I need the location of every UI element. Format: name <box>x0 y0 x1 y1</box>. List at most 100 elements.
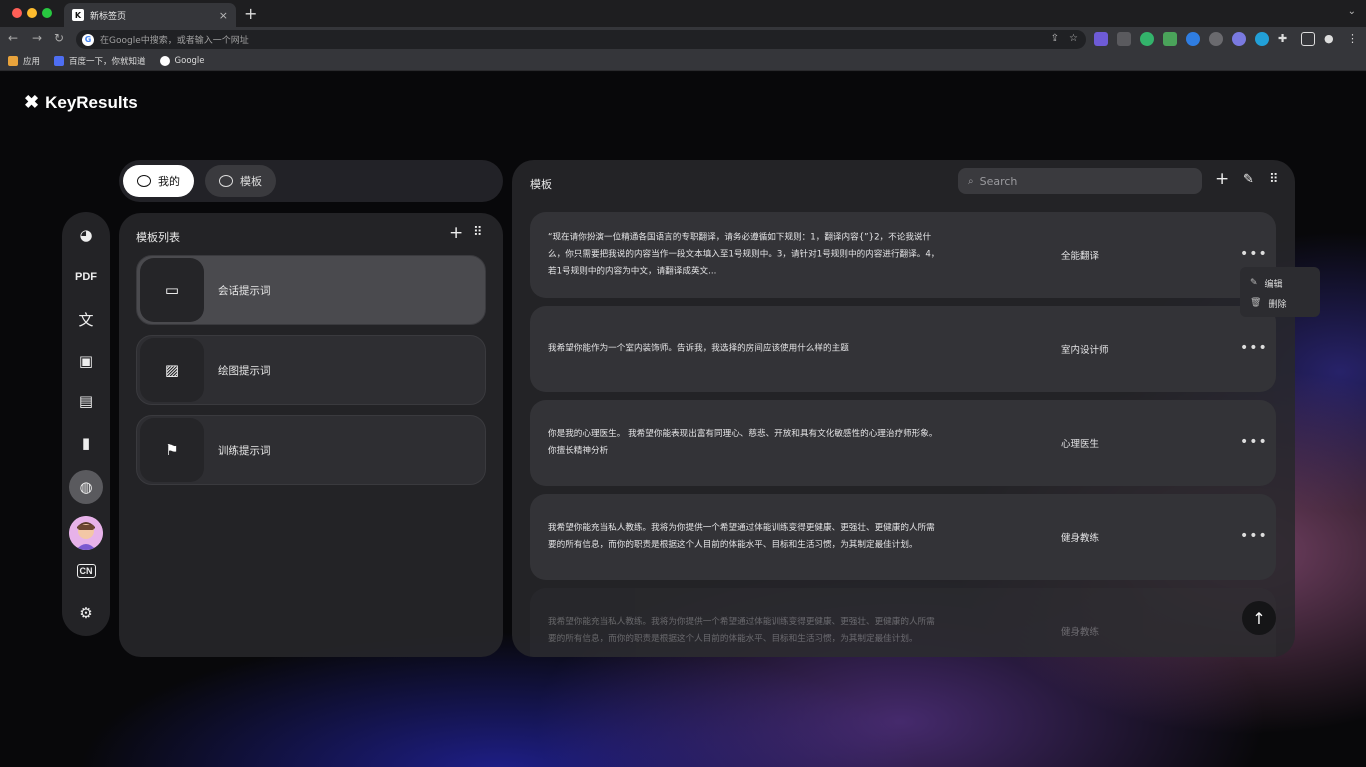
menu-item-edit[interactable]: ✎ 编辑 <box>1250 273 1320 293</box>
rail-gallery-icon[interactable]: ▣ <box>71 346 101 376</box>
drag-grid-icon[interactable]: ⠿ <box>1269 172 1279 187</box>
trash-icon: 🗑 <box>1250 298 1262 308</box>
reload-icon[interactable]: ↻ <box>54 31 64 45</box>
tab-title: 新标签页 <box>90 11 127 22</box>
bookmark-apps[interactable]: 应用 <box>8 55 40 67</box>
extension-image-icon[interactable] <box>1117 32 1131 46</box>
rail-shopping-bag-icon[interactable]: ◍ <box>69 470 103 504</box>
template-category-chat[interactable]: ▭ 会话提示词 <box>136 255 486 325</box>
rail-translate-icon[interactable]: 文 <box>71 304 101 334</box>
more-options-icon[interactable]: ••• <box>1240 434 1268 450</box>
tab-search-chevron-icon[interactable]: ⌄ <box>1348 6 1356 17</box>
template-prompt: 我希望你能充当私人教练。我将为你提供一个希望通过体能训练变得更健康、更强壮、更健… <box>548 617 935 644</box>
templates-panel: 模板 ⌕ Search + ✎ ⠿ “现在请你扮演一位精通各国语言的专职翻译，请… <box>512 160 1295 657</box>
scroll-to-top-arrow-icon[interactable]: ↑ <box>1242 601 1276 635</box>
tab-templates[interactable]: 模板 <box>205 165 276 197</box>
side-panel-icon[interactable] <box>1301 32 1315 46</box>
search-placeholder: Search <box>979 174 1018 188</box>
search-input[interactable]: ⌕ Search <box>958 168 1202 194</box>
extension-download-icon[interactable] <box>1163 32 1177 46</box>
new-tab-button[interactable]: + <box>244 4 257 23</box>
avatar-face-icon <box>69 516 103 550</box>
minimize-window-button[interactable] <box>27 8 37 18</box>
user-avatar[interactable] <box>69 516 103 550</box>
extension-green-icon[interactable] <box>1140 32 1154 46</box>
template-card[interactable]: 我希望你能充当私人教练。我将为你提供一个希望通过体能训练变得更健康、更强壮、更健… <box>530 494 1276 580</box>
extension-ia-icon[interactable] <box>1094 32 1108 46</box>
keyresults-favicon-icon: K <box>72 9 84 21</box>
extension-edge-icon[interactable] <box>1186 32 1200 46</box>
browser-tabstrip: K 新标签页 × + ⌄ <box>0 0 1366 27</box>
templates-title: 模板 <box>530 178 552 191</box>
side-rail: ◕ PDF 文 ▣ ▤ ▮ ◍ CN ⚙ <box>62 212 110 636</box>
zoom-window-button[interactable] <box>42 8 52 18</box>
extension-blue-icon[interactable] <box>1255 32 1269 46</box>
drag-grid-icon[interactable]: ⠿ <box>473 225 483 240</box>
search-icon: ⌕ <box>968 175 974 187</box>
rail-language-cn-icon[interactable]: CN <box>71 556 101 586</box>
profile-icon[interactable]: ● <box>1324 32 1338 46</box>
card-context-menu: ✎ 编辑 🗑 删除 <box>1240 267 1320 317</box>
template-tag: 全能翻译 <box>1061 251 1100 262</box>
template-card[interactable]: 你是我的心理医生。 我希望你能表现出富有同理心、慈悲、开放和具有文化敏感性的心理… <box>530 400 1276 486</box>
forward-arrow-icon[interactable]: → <box>32 31 42 45</box>
address-bar[interactable]: G 在Google中搜索，或者输入一个网址 ⇪ ☆ <box>76 30 1086 49</box>
brand-name: KeyResults <box>45 92 138 112</box>
tab-mine[interactable]: 我的 <box>123 165 194 197</box>
template-tag: 室内设计师 <box>1061 345 1109 356</box>
browser-tab[interactable]: K 新标签页 × <box>64 3 236 27</box>
rail-apps-icon[interactable]: ◕ <box>71 220 101 250</box>
rail-settings-gear-icon[interactable]: ⚙ <box>71 598 101 628</box>
extension-ghost-icon[interactable] <box>1232 32 1246 46</box>
segment-tabs: 我的 模板 <box>119 160 503 202</box>
close-window-button[interactable] <box>12 8 22 18</box>
add-template-plus-icon[interactable]: + <box>1215 169 1229 189</box>
keyresults-logo-icon: ✖ <box>24 92 40 112</box>
baidu-paw-icon <box>54 55 65 66</box>
add-category-plus-icon[interactable]: + <box>449 223 463 243</box>
extensions-bar: ✚ ● ⋮ <box>1094 32 1361 46</box>
extensions-puzzle-icon[interactable]: ✚ <box>1278 32 1292 46</box>
tab-close-icon[interactable]: × <box>219 9 228 22</box>
edit-icon: ✎ <box>1250 278 1258 288</box>
image-icon: ▨ <box>140 338 204 402</box>
bookmark-label: 百度一下，你就知道 <box>69 56 146 67</box>
bookmarks-bar: 应用 百度一下，你就知道 Google <box>0 51 1366 71</box>
more-options-icon[interactable]: ••• <box>1240 340 1268 356</box>
message-icon: ▭ <box>140 258 204 322</box>
browser-toolbar: ← → ↻ G 在Google中搜索，或者输入一个网址 ⇪ ☆ ✚ ● ⋮ <box>0 27 1366 51</box>
template-card[interactable]: 我希望你能作为一个室内装饰师。告诉我，我选择的房间应该使用什么样的主题 室内设计… <box>530 306 1276 392</box>
rail-pdf-icon[interactable]: PDF <box>71 262 101 292</box>
category-label: 会话提示词 <box>218 284 271 297</box>
template-category-drawing[interactable]: ▨ 绘图提示词 <box>136 335 486 405</box>
menu-label: 删除 <box>1268 299 1287 310</box>
edit-square-icon[interactable]: ✎ <box>1243 172 1254 187</box>
rail-chat-icon[interactable]: ▤ <box>71 386 101 416</box>
page: ✖ KeyResults ◕ PDF 文 ▣ ▤ ▮ ◍ CN ⚙ 我的 模板 … <box>0 72 1366 767</box>
bookmark-google[interactable]: Google <box>159 55 205 66</box>
bookmark-baidu[interactable]: 百度一下，你就知道 <box>54 55 146 67</box>
template-card[interactable]: “现在请你扮演一位精通各国语言的专职翻译，请务必遵循如下规则：1，翻译内容{”}… <box>530 212 1276 298</box>
share-icon[interactable]: ⇪ <box>1051 33 1059 44</box>
more-options-icon[interactable]: ••• <box>1240 246 1268 262</box>
menu-item-delete[interactable]: 🗑 删除 <box>1250 293 1320 313</box>
address-placeholder: 在Google中搜索，或者输入一个网址 <box>100 36 249 46</box>
back-arrow-icon[interactable]: ← <box>8 31 18 45</box>
template-category-training[interactable]: ⚑ 训练提示词 <box>136 415 486 485</box>
browser-menu-icon[interactable]: ⋮ <box>1347 32 1361 46</box>
brand-logo[interactable]: ✖ KeyResults <box>24 92 138 113</box>
template-prompt: 你是我的心理医生。 我希望你能表现出富有同理心、慈悲、开放和具有文化敏感性的心理… <box>548 429 938 456</box>
template-card[interactable]: 我希望你能充当私人教练。我将为你提供一个希望通过体能训练变得更健康、更强壮、更健… <box>530 588 1276 657</box>
category-label: 训练提示词 <box>218 444 271 457</box>
tab-label: 我的 <box>158 175 180 188</box>
template-list-title: 模板列表 <box>136 231 180 244</box>
rail-clipboard-icon[interactable]: ▮ <box>71 428 101 458</box>
more-options-icon[interactable]: ••• <box>1240 528 1268 544</box>
bookmark-label: 应用 <box>23 56 41 67</box>
bookmark-label: Google <box>174 55 205 66</box>
flag-icon: ⚑ <box>140 418 204 482</box>
chat-bubble-icon <box>137 175 151 187</box>
extension-grey-icon[interactable] <box>1209 32 1223 46</box>
bookmark-star-icon[interactable]: ☆ <box>1069 33 1078 44</box>
template-prompt: 我希望你能充当私人教练。我将为你提供一个希望通过体能训练变得更健康、更强壮、更健… <box>548 523 935 550</box>
